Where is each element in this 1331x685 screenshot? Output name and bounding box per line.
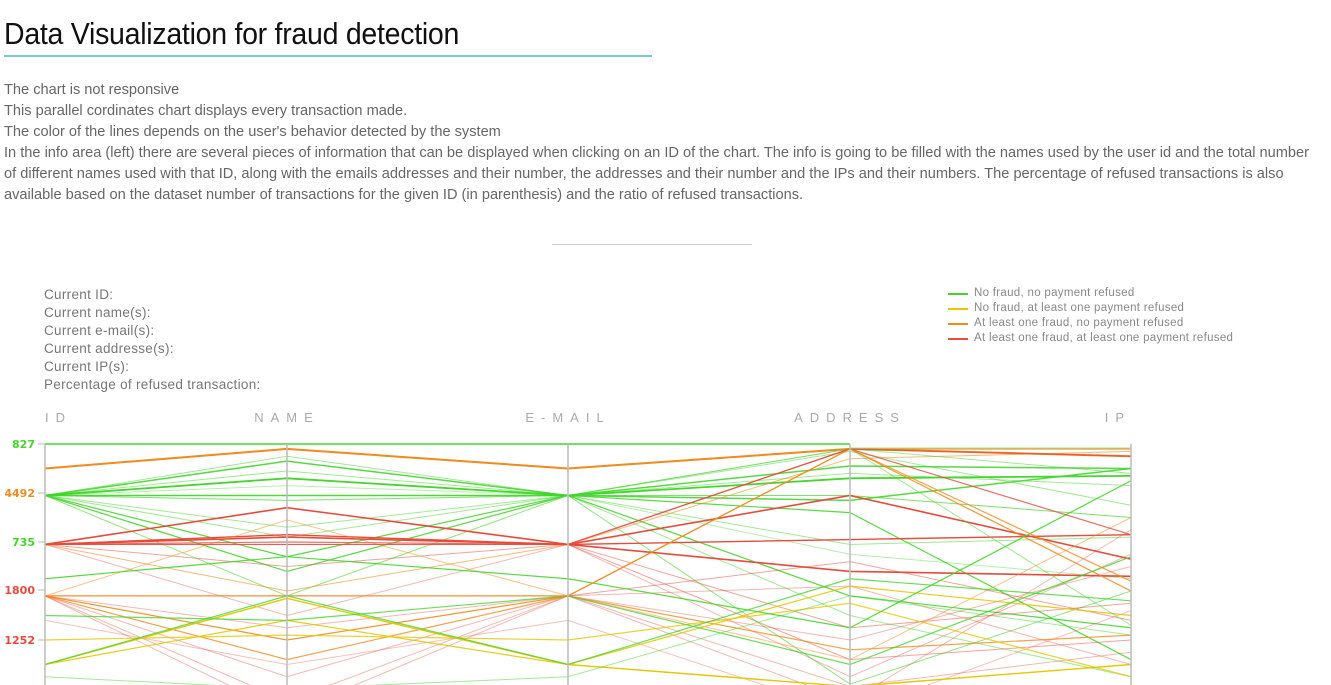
axis-title: IP xyxy=(1105,410,1131,425)
intro-line: The color of the lines depends on the us… xyxy=(4,124,501,140)
axis-titles: ID NAME E-MAIL ADDRESS IP xyxy=(45,410,1131,425)
legend-label: No fraud, no payment refused xyxy=(974,287,1135,299)
info-area: Current ID: Current name(s): Current e-m… xyxy=(44,286,261,394)
current-emails-label: Current e-mail(s): xyxy=(44,323,155,338)
legend-swatch xyxy=(948,292,968,295)
id-tick-label[interactable]: 4492 xyxy=(4,487,35,500)
intro-line: In the info area (left) there are severa… xyxy=(4,145,1310,203)
section-divider xyxy=(552,244,752,245)
data-line xyxy=(44,485,1132,580)
id-tick-label[interactable]: 735 xyxy=(12,536,35,549)
data-line xyxy=(45,561,1132,621)
legend-swatch xyxy=(948,337,968,340)
axis-title: ADDRESS xyxy=(794,410,906,425)
legend-item: At least one fraud, no payment refused xyxy=(948,316,1233,331)
intro-line: The chart is not responsive xyxy=(4,82,180,98)
legend-swatch xyxy=(948,322,968,325)
legend-swatch xyxy=(948,307,968,310)
data-line xyxy=(44,494,1132,629)
legend-label: At least one fraud, at least one payment… xyxy=(974,332,1234,344)
page: Data Visualization for fraud detection T… xyxy=(0,0,1331,685)
legend-item: No fraud, no payment refused xyxy=(948,286,1233,301)
data-line xyxy=(44,566,1132,678)
chart-legend: No fraud, no payment refused No fraud, a… xyxy=(948,286,1233,346)
current-id-label: Current ID: xyxy=(44,287,114,302)
axis-title: ID xyxy=(45,410,72,425)
id-tick-label[interactable]: 1252 xyxy=(4,634,35,647)
axis-title: E-MAIL xyxy=(525,410,610,425)
intro-text: The chart is not responsive This paralle… xyxy=(4,80,1324,206)
intro-line: This parallel cordinates chart displays … xyxy=(4,103,408,119)
refused-percentage-label: Percentage of refused transaction: xyxy=(44,377,261,392)
title-underline xyxy=(4,55,652,57)
current-ips-label: Current IP(s): xyxy=(44,359,130,374)
legend-label: At least one fraud, no payment refused xyxy=(974,317,1184,329)
chart-lines xyxy=(44,447,1132,685)
id-tick-label[interactable]: 1800 xyxy=(4,584,35,597)
data-line xyxy=(44,455,1132,496)
current-addresses-label: Current addresse(s): xyxy=(44,341,174,356)
parallel-coordinates-chart[interactable]: ID NAME E-MAIL ADDRESS IP 827 4492 735 1800 1252… xyxy=(0,400,1331,685)
legend-item: No fraud, at least one payment refused xyxy=(948,301,1233,316)
id-tick-label[interactable]: 827 xyxy=(12,438,35,451)
data-line xyxy=(44,610,1132,685)
page-title: Data Visualization for fraud detection xyxy=(4,16,460,51)
axis-title: NAME xyxy=(254,410,320,425)
legend-item: At least one fraud, at least one payment… xyxy=(948,331,1233,346)
legend-label: No fraud, at least one payment refused xyxy=(974,302,1185,314)
current-names-label: Current name(s): xyxy=(44,305,151,320)
id-axis-ticks[interactable]: 827449273518001252___ xyxy=(4,438,45,685)
